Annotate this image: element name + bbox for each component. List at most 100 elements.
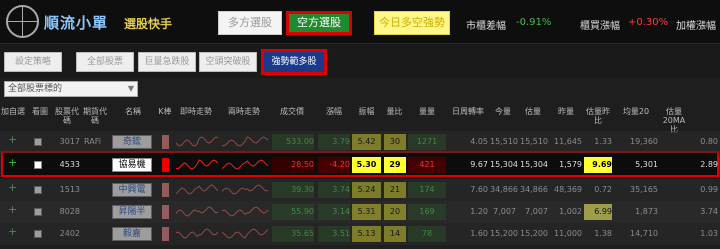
estimated-volume: 15,304 [520,160,548,169]
k-bar [162,183,169,197]
ma20-volume: 1,873 [635,207,658,216]
estimated-ratio: 1.33 [594,137,612,146]
col-header[interactable]: 期貨代碼 [82,107,108,125]
add-watchlist-icon[interactable]: + [8,156,17,169]
app-title: 順流小單 [44,14,109,32]
view-chart-checkbox[interactable] [34,208,42,216]
stock-name[interactable]: 協易機 [112,158,152,172]
col-header[interactable]: 股票代碼 [54,107,80,125]
ma20-ratio: 3.74 [700,207,718,216]
k-bar [162,158,169,172]
today-strength-button[interactable]: 今日多空強勢 [374,11,450,35]
col-header[interactable]: 量比 [383,107,406,116]
otc-change-label: 櫃買漲幅 [580,21,620,32]
stock-name[interactable]: 毅嘉 [112,227,152,241]
amplitude: 5.42 [352,134,381,150]
short-select-button[interactable]: 空方選股 [286,11,352,35]
volume-ratio: 29 [384,157,406,173]
previous-volume: 11,000 [554,229,582,238]
stock-universe-select[interactable]: 全部股票標的 ▼ [4,81,138,97]
col-header[interactable]: 日周轉率 [448,107,488,116]
logo-icon [6,5,39,38]
ma20-volume: 5,301 [635,160,658,169]
tab-strong-bull[interactable]: 強勢範多股 [261,49,327,75]
two-period-trend-chart [222,136,268,147]
add-watchlist-icon[interactable]: + [8,133,17,146]
change-pct: 3.79 [318,134,350,150]
volume: 174 [408,182,446,198]
estimated-ratio: 0.72 [594,185,612,194]
turnover-rate: 1.60 [470,229,488,238]
view-chart-checkbox[interactable] [34,186,42,194]
previous-volume: 1,002 [559,207,582,216]
amplitude: 5.31 [352,204,381,220]
weighted-change-label: 加權漲幅 [676,21,716,32]
futures-code: RAFi [84,137,101,146]
col-header[interactable]: 昨量 [550,107,582,116]
k-bar [162,135,169,149]
change-pct: 3.74 [318,182,350,198]
col-header[interactable]: 量量 [408,107,446,116]
last-price: 533.00 [272,134,314,150]
volume: 1271 [408,134,446,150]
volume: 78 [408,226,446,242]
stock-name[interactable]: 奇鋐 [112,135,152,149]
add-watchlist-icon[interactable]: + [8,203,17,216]
stock-name[interactable]: 中興電 [112,183,152,197]
today-volume: 15,510 [490,137,518,146]
view-chart-checkbox[interactable] [34,230,42,238]
turnover-rate: 9.67 [470,160,488,169]
previous-volume: 1,579 [559,160,582,169]
stock-code: 4533 [59,160,80,169]
tab-set-strategy[interactable]: 設定策略 [4,52,62,72]
add-watchlist-icon[interactable]: + [8,225,17,238]
tab-volume-drop[interactable]: 巨量急跌股 [138,52,196,72]
app-subtitle: 選股快手 [124,17,173,31]
today-volume: 34,866 [490,185,518,194]
intraday-trend-chart [176,159,218,170]
stock-name[interactable]: 昇陽半 [112,205,152,219]
volume-ratio: 20 [384,204,406,220]
amplitude: 5.30 [352,157,381,173]
col-header[interactable]: 兩時走勢 [220,107,268,116]
col-header[interactable]: 漲幅 [318,107,350,116]
two-period-trend-chart [222,206,268,217]
tab-bear-breakout[interactable]: 空頭突破股 [199,52,257,72]
today-volume: 7,007 [493,207,516,216]
volume-ratio: 14 [384,226,406,242]
long-select-button[interactable]: 多方選股 [218,11,282,35]
estimated-ratio: 6.99 [584,204,612,220]
col-header[interactable]: 估量 [518,107,548,116]
col-header[interactable]: K棒 [158,107,172,116]
turnover-rate: 7.60 [470,185,488,194]
col-header[interactable]: 成交價 [270,107,314,116]
estimated-volume: 7,007 [525,207,548,216]
two-period-trend-chart [222,184,268,195]
intraday-trend-chart [176,228,218,239]
intraday-trend-chart [176,184,218,195]
amplitude: 5.24 [352,182,381,198]
col-header[interactable]: 名稱 [110,107,156,116]
volume: 169 [408,204,446,220]
col-header[interactable]: 估量20MA比 [660,107,688,134]
strategy-tabs: 設定策略 全部股票 巨量急跌股 空頭突破股 強勢範多股 [0,44,720,78]
col-header[interactable]: 看圖 [28,107,52,116]
add-watchlist-icon[interactable]: + [8,181,17,194]
ma20-ratio: 2.89 [700,160,718,169]
col-header[interactable]: 加自選 [0,107,26,116]
col-header[interactable]: 今量 [490,107,516,116]
stock-table: 加自選 看圖 股票代碼 期貨代碼 名稱 K棒 即時走勢 兩時走勢 成交價 漲幅 振幅 量比 量量 日周轉率… [0,101,720,249]
view-chart-checkbox[interactable] [34,161,42,169]
ma20-volume: 35,165 [630,185,658,194]
col-header[interactable]: 均量20 [614,107,658,116]
volume: 421 [408,157,446,173]
col-header[interactable]: 振幅 [352,107,381,116]
stock-code: 1513 [59,185,80,194]
intraday-trend-chart [176,206,218,217]
turnover-rate: 1.20 [470,207,488,216]
view-chart-checkbox[interactable] [34,138,42,146]
estimated-volume: 34,866 [520,185,548,194]
col-header[interactable]: 估量昨比 [584,107,612,125]
tab-all-stocks[interactable]: 全部股票 [76,52,134,72]
col-header[interactable]: 即時走勢 [174,107,218,116]
